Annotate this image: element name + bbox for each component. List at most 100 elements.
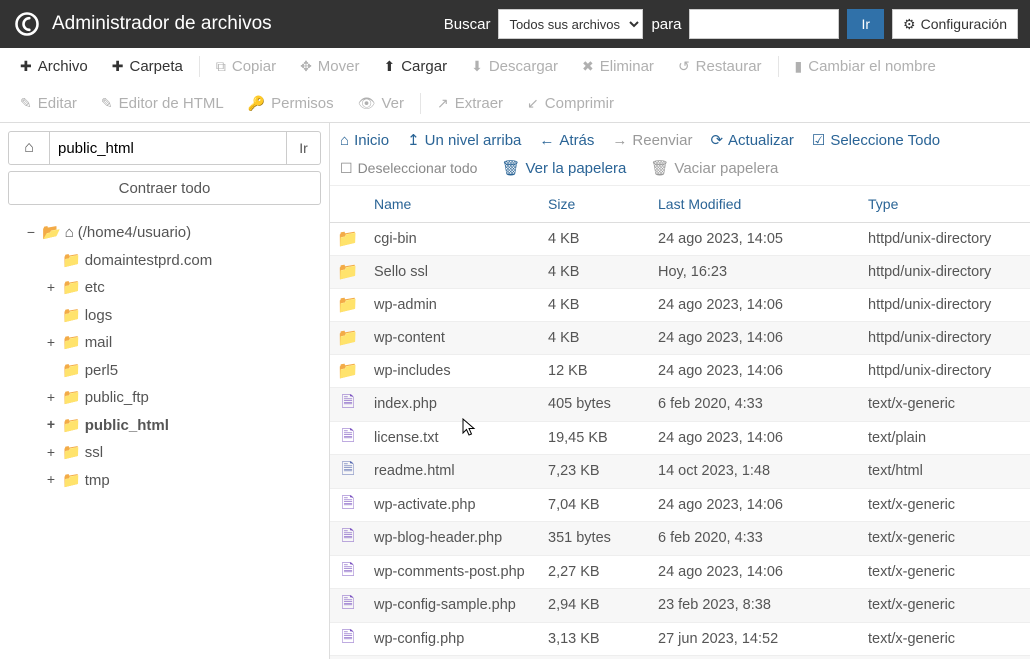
cell-type: text/x-generic <box>860 656 1030 660</box>
file-icon: 🗎 <box>339 563 357 581</box>
folder-tree: − 📂 ⌂ (/home4/usuario) 📁domaintestprd.co… <box>8 219 321 494</box>
table-row[interactable]: 🗎wp-comments-post.php2,27 KB24 ago 2023,… <box>330 555 1030 589</box>
table-row[interactable]: 📁wp-content4 KB24 ago 2023, 14:06httpd/u… <box>330 322 1030 355</box>
table-row[interactable]: 🗎license.txt19,45 KB24 ago 2023, 14:06te… <box>330 421 1030 455</box>
tree-item[interactable]: +📁public_html <box>8 412 321 440</box>
home-icon: ⌂ <box>65 220 74 246</box>
key-icon: 🔑 <box>248 95 265 112</box>
upload-icon: ⬆ <box>383 58 395 75</box>
permissions-button[interactable]: 🔑Permisos <box>236 85 346 122</box>
table-row[interactable]: 🗎wp-config.php3,13 KB27 jun 2023, 14:52t… <box>330 622 1030 656</box>
download-icon: ⬇ <box>471 58 483 75</box>
table-row[interactable]: 📁wp-includes12 KB24 ago 2023, 14:06httpd… <box>330 355 1030 388</box>
delete-button[interactable]: ✖Eliminar <box>570 48 666 85</box>
expand-icon[interactable]: + <box>44 276 58 300</box>
tree-item-label: domaintestprd.com <box>85 248 213 274</box>
table-row[interactable]: 📁cgi-bin4 KB24 ago 2023, 14:05httpd/unix… <box>330 223 1030 256</box>
cell-size: 351 bytes <box>540 522 650 556</box>
download-button[interactable]: ⬇Descargar <box>459 48 570 85</box>
table-row[interactable]: 🗎wp-config-sample.php2,94 KB23 feb 2023,… <box>330 589 1030 623</box>
search-input[interactable] <box>689 9 839 39</box>
folder-icon: 📁 <box>339 296 357 314</box>
tree-item[interactable]: +📁ssl <box>8 439 321 467</box>
table-row[interactable]: 🗎index.php405 bytes6 feb 2020, 4:33text/… <box>330 388 1030 422</box>
cell-modified: 24 ago 2023, 14:05 <box>650 223 860 256</box>
search-scope-select[interactable]: Todos sus archivos <box>498 9 643 39</box>
move-button[interactable]: ✥Mover <box>288 48 371 85</box>
folder-icon: 📁 <box>62 303 81 329</box>
search-go-button[interactable]: Ir <box>847 9 884 39</box>
unchecked-icon: ☐ <box>340 160 353 177</box>
plus-icon: ✚ <box>20 58 32 75</box>
tree-root[interactable]: − 📂 ⌂ (/home4/usuario) <box>8 219 321 247</box>
col-type[interactable]: Type <box>860 186 1030 223</box>
view-button[interactable]: 👁Ver <box>346 85 416 122</box>
nav-home-button[interactable]: ⌂Inicio <box>340 132 389 149</box>
restore-button[interactable]: ↺Restaurar <box>666 48 774 85</box>
tree-item-label: public_html <box>85 413 169 439</box>
html-editor-button[interactable]: ✎Editor de HTML <box>89 85 236 122</box>
empty-trash-button[interactable]: 🗑Vaciar papelera <box>650 159 778 177</box>
table-row[interactable]: 🗎wp-blog-header.php351 bytes6 feb 2020, … <box>330 522 1030 556</box>
cell-type: httpd/unix-directory <box>860 355 1030 388</box>
nav-forward-button[interactable]: →Reenviar <box>612 132 692 149</box>
new-folder-button[interactable]: ✚Carpeta <box>100 48 195 85</box>
cell-modified: Hoy, 16:23 <box>650 256 860 289</box>
expand-icon[interactable]: + <box>44 331 58 355</box>
tree-item[interactable]: +📁tmp <box>8 467 321 495</box>
home-button[interactable]: ⌂ <box>8 131 50 165</box>
cell-size: 2,94 KB <box>540 589 650 623</box>
upload-button[interactable]: ⬆Cargar <box>371 48 459 85</box>
col-icon[interactable] <box>330 186 366 223</box>
expand-icon[interactable]: + <box>44 468 58 492</box>
expand-icon[interactable]: + <box>44 441 58 465</box>
file-icon: 🗎 <box>339 496 357 514</box>
deselect-all-button[interactable]: ☐Deseleccionar todo <box>340 159 477 177</box>
tree-item[interactable]: +📁mail <box>8 329 321 357</box>
nav-up-button[interactable]: ↥Un nivel arriba <box>407 131 521 149</box>
col-name[interactable]: Name <box>366 186 540 223</box>
edit-button[interactable]: ✎Editar <box>8 85 89 122</box>
rename-button[interactable]: ▮Cambiar el nombre <box>783 48 948 85</box>
expand-icon[interactable]: + <box>44 386 58 410</box>
tree-item[interactable]: 📁logs <box>8 302 321 330</box>
delete-icon: ✖ <box>582 58 594 75</box>
path-go-button[interactable]: Ir <box>287 131 321 165</box>
cell-name: Sello ssl <box>366 256 540 289</box>
table-row[interactable]: 🗎wp-cron.php5,51 KB24 ago 2023, 14:06tex… <box>330 656 1030 660</box>
copy-button[interactable]: ⧉Copiar <box>204 48 288 85</box>
tree-item[interactable]: 📁domaintestprd.com <box>8 247 321 275</box>
collapse-icon[interactable]: − <box>24 221 38 245</box>
cell-type: text/x-generic <box>860 622 1030 656</box>
expand-icon[interactable]: + <box>44 413 58 437</box>
compress-button[interactable]: ↙Comprimir <box>515 85 626 122</box>
cell-name: index.php <box>366 388 540 422</box>
collapse-all-button[interactable]: Contraer todo <box>8 171 321 205</box>
col-modified[interactable]: Last Modified <box>650 186 860 223</box>
settings-button[interactable]: ⚙ Configuración <box>892 9 1018 39</box>
col-size[interactable]: Size <box>540 186 650 223</box>
trash-icon: 🗑 <box>501 159 520 177</box>
cell-modified: 24 ago 2023, 14:06 <box>650 322 860 355</box>
main-toolbar: ✚Archivo ✚Carpeta ⧉Copiar ✥Mover ⬆Cargar… <box>0 48 1030 123</box>
restore-icon: ↺ <box>678 58 690 75</box>
tree-item[interactable]: +📁etc <box>8 274 321 302</box>
cell-type: httpd/unix-directory <box>860 322 1030 355</box>
view-trash-button[interactable]: 🗑Ver la papelera <box>501 159 626 177</box>
cell-size: 12 KB <box>540 355 650 388</box>
table-row[interactable]: 🗎wp-activate.php7,04 KB24 ago 2023, 14:0… <box>330 488 1030 522</box>
tree-item-label: etc <box>85 275 105 301</box>
nav-back-button[interactable]: ←Atrás <box>539 132 594 149</box>
cell-name: wp-admin <box>366 289 540 322</box>
table-row[interactable]: 📁wp-admin4 KB24 ago 2023, 14:06httpd/uni… <box>330 289 1030 322</box>
reload-button[interactable]: ⟳Actualizar <box>710 131 793 149</box>
table-row[interactable]: 📁Sello ssl4 KBHoy, 16:23httpd/unix-direc… <box>330 256 1030 289</box>
new-file-button[interactable]: ✚Archivo <box>8 48 100 85</box>
path-input[interactable] <box>50 131 287 165</box>
tree-item[interactable]: 📁perl5 <box>8 357 321 385</box>
tree-item[interactable]: +📁public_ftp <box>8 384 321 412</box>
table-row[interactable]: 🗎readme.html7,23 KB14 oct 2023, 1:48text… <box>330 455 1030 489</box>
cell-size: 3,13 KB <box>540 622 650 656</box>
extract-button[interactable]: ↗Extraer <box>425 85 515 122</box>
select-all-button[interactable]: ☑Seleccione Todo <box>812 131 940 149</box>
